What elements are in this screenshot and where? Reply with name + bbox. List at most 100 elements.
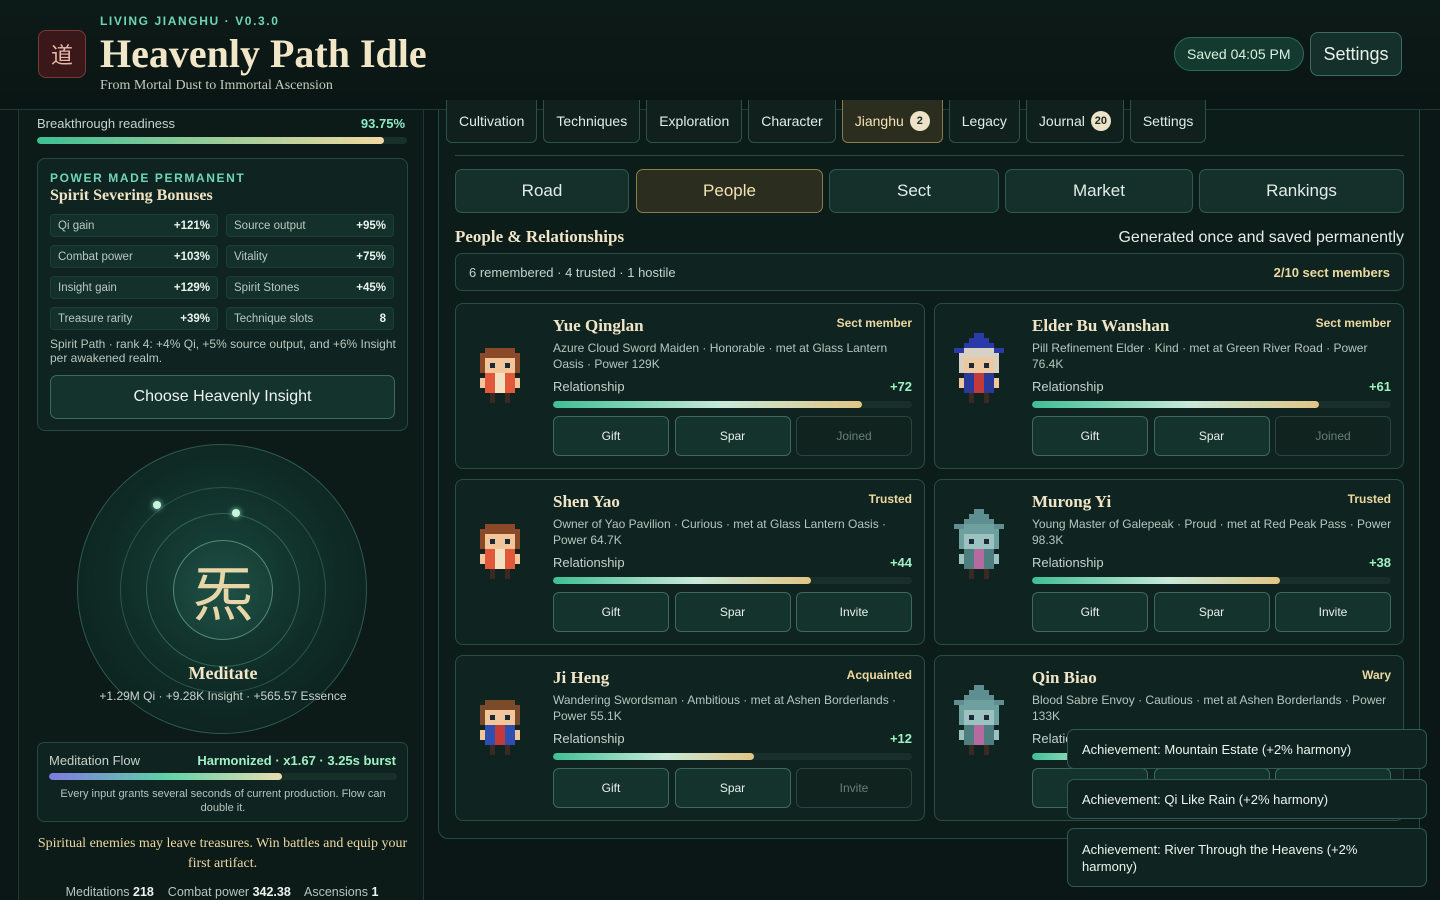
relationship-fill	[553, 577, 812, 584]
flow-note: Every input grants several seconds of cu…	[60, 788, 386, 814]
bonus-value: +95%	[356, 219, 386, 232]
gift-button[interactable]: Gift	[1032, 592, 1148, 632]
stat-meditations: 218	[133, 885, 154, 899]
achievement-toast[interactable]: Achievement: Qi Like Rain (+2% harmony)	[1067, 779, 1427, 819]
bonus-value: +45%	[356, 281, 386, 294]
tab-label: Jianghu	[854, 113, 904, 129]
gift-button[interactable]: Gift	[553, 768, 669, 808]
stat-label: Combat power	[167, 885, 250, 899]
breakthrough-label: Breakthrough readiness	[37, 116, 176, 131]
spar-button[interactable]: Spar	[674, 592, 791, 632]
flow-label: Meditation Flow	[49, 753, 141, 768]
spar-button[interactable]: Spar	[1153, 592, 1270, 632]
relationship-value: +72	[889, 379, 912, 394]
person-name: Ji Heng	[553, 668, 610, 687]
gift-button[interactable]: Gift	[1032, 416, 1148, 456]
spar-button[interactable]: Spar	[674, 768, 791, 808]
flow-value: Harmonized · x1.67 · 3.25s burst	[197, 753, 396, 768]
invite-button[interactable]: Invite	[1275, 592, 1391, 632]
stat-label: Ascensions	[304, 885, 368, 899]
bonus-label: Combat power	[58, 250, 133, 263]
tab-label: Journal	[1038, 113, 1085, 129]
tab-techniques[interactable]: Techniques	[543, 100, 641, 143]
bonus-value: +39%	[180, 312, 210, 325]
meditate-orb-button[interactable]: 炁 Meditate +1.29M Qi · +9.28K Insight · …	[77, 444, 367, 734]
tab-journal[interactable]: Journal 20	[1025, 100, 1124, 143]
bonus-label: Qi gain	[58, 219, 95, 232]
enemy-hint: Spiritual enemies may leave treasures. W…	[37, 836, 408, 871]
achievement-toast[interactable]: Achievement: Mountain Estate (+2% harmon…	[1067, 729, 1427, 769]
tab-label: Settings	[1142, 113, 1194, 129]
saved-status-badge: Saved 04:05 PM	[1174, 37, 1304, 71]
tab-character[interactable]: Character	[748, 100, 836, 143]
bonus-label: Source output	[234, 219, 306, 232]
relationship-fill	[553, 401, 862, 408]
person-description: Owner of Yao Pavilion · Curious · met at…	[553, 517, 887, 547]
relationship-fill	[1032, 401, 1320, 408]
tab-legacy[interactable]: Legacy	[948, 100, 1020, 143]
subtab-sect[interactable]: Sect	[829, 169, 999, 213]
bonus-kicker: POWER MADE PERMANENT	[50, 171, 246, 185]
spar-button[interactable]: Spar	[1153, 416, 1270, 456]
dao-logo-icon: 道	[38, 30, 86, 78]
person-card: Elder Bu Wanshan Sect member Pill Refine…	[934, 303, 1404, 469]
section-title: People & Relationships	[455, 227, 625, 246]
bonus-value: +129%	[173, 281, 210, 294]
person-status-badge: Trusted	[868, 492, 912, 506]
gift-button[interactable]: Gift	[553, 416, 669, 456]
bonus-description: Spirit Path · rank 4: +4% Qi, +5% source…	[50, 337, 396, 365]
section-note: Generated once and saved permanently	[1118, 229, 1404, 246]
bonus-item: Combat power +103%	[50, 245, 218, 268]
person-name: Qin Biao	[1032, 668, 1097, 687]
spar-button[interactable]: Spar	[674, 416, 791, 456]
person-portrait-icon	[470, 332, 530, 404]
relationship-bar	[553, 753, 912, 760]
bonus-item: Spirit Stones +45%	[226, 276, 394, 299]
subtab-road[interactable]: Road	[455, 169, 629, 213]
achievement-toast[interactable]: Achievement: River Through the Heavens (…	[1067, 828, 1427, 887]
relationship-value: +38	[1368, 555, 1391, 570]
bonus-item: Treasure rarity +39%	[50, 307, 218, 330]
relationship-label: Relationship	[553, 555, 625, 570]
tab-settings[interactable]: Settings	[1129, 100, 1207, 143]
jianghu-subnav: Road People Sect Market Rankings	[455, 169, 1404, 213]
relationship-bar	[553, 401, 912, 408]
people-summary: 6 remembered · 4 trusted · 1 hostile 2/1…	[455, 253, 1404, 291]
subtab-market[interactable]: Market	[1005, 169, 1193, 213]
tab-label: Legacy	[961, 113, 1007, 129]
person-description: Azure Cloud Sword Maiden · Honorable · m…	[553, 341, 888, 371]
tab-exploration[interactable]: Exploration	[646, 100, 743, 143]
person-card: Murong Yi Trusted Young Master of Galepe…	[934, 479, 1404, 645]
subtab-rankings[interactable]: Rankings	[1199, 169, 1404, 213]
person-status-badge: Wary	[1362, 668, 1391, 682]
bonus-label: Technique slots	[234, 312, 314, 325]
invite-button[interactable]: Invite	[796, 592, 912, 632]
person-name: Elder Bu Wanshan	[1032, 316, 1170, 335]
bonus-label: Treasure rarity	[58, 312, 133, 325]
bonus-card: POWER MADE PERMANENT Spirit Severing Bon…	[37, 158, 408, 431]
header-settings-button[interactable]: Settings	[1310, 32, 1402, 76]
bonus-value: 8	[379, 312, 386, 325]
joined-button: Joined	[796, 416, 912, 456]
relationship-label: Relationship	[1032, 555, 1104, 570]
relationship-value: +44	[889, 555, 912, 570]
stat-combat-power: 342.38	[252, 885, 291, 899]
gift-button[interactable]: Gift	[553, 592, 669, 632]
orbit-dot	[153, 501, 161, 509]
tab-jianghu[interactable]: Jianghu 2	[841, 100, 943, 143]
person-status-badge: Sect member	[836, 316, 912, 330]
meditation-flow-card: Meditation Flow Harmonized · x1.67 · 3.2…	[37, 742, 408, 822]
relationship-label: Relationship	[553, 731, 625, 746]
person-card: Ji Heng Acquainted Wandering Swordsman ·…	[455, 655, 925, 821]
person-name: Yue Qinglan	[553, 316, 644, 335]
bonus-value: +75%	[356, 250, 386, 263]
choose-insight-button[interactable]: Choose Heavenly Insight	[50, 375, 395, 419]
orbit-dot	[232, 509, 240, 517]
person-card: Shen Yao Trusted Owner of Yao Pavilion ·…	[455, 479, 925, 645]
breakthrough-progress-bar	[37, 137, 407, 144]
tab-cultivation[interactable]: Cultivation	[446, 100, 538, 143]
meditate-label: Meditate	[188, 663, 258, 683]
subtab-people[interactable]: People	[636, 169, 823, 213]
bonus-value: +103%	[173, 250, 210, 263]
person-status-badge: Sect member	[1315, 316, 1391, 330]
